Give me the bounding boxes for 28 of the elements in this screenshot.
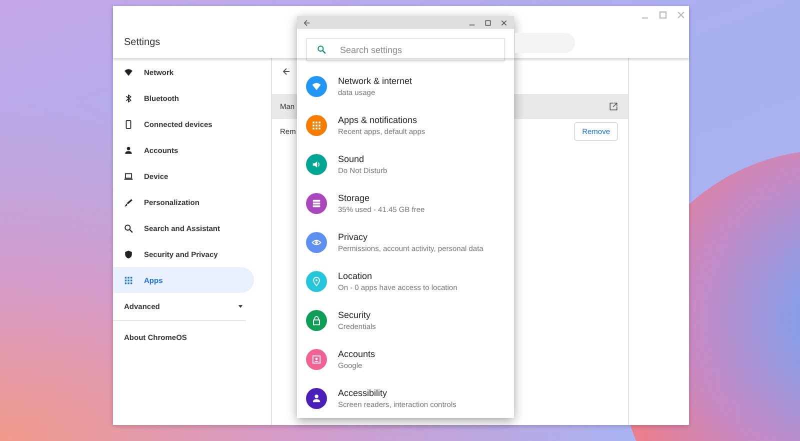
wifi-icon: [124, 68, 133, 76]
window-title: Settings: [124, 36, 160, 48]
bluetooth-icon: [124, 94, 133, 102]
item-title: Network & internet: [338, 76, 412, 86]
person-icon: [124, 146, 133, 154]
back-arrow-icon[interactable]: [303, 18, 311, 27]
item-title: Accessibility: [338, 388, 388, 398]
phone-icon: [124, 120, 133, 128]
grid-icon: [124, 276, 133, 284]
external-link-icon: [609, 102, 618, 111]
brush-icon: [124, 198, 133, 206]
shield-icon: [124, 250, 133, 258]
search-bar[interactable]: Search settings: [306, 38, 505, 61]
item-title: Apps & notifications: [338, 115, 418, 125]
search-field[interactable]: [515, 33, 575, 53]
item-title: Security: [338, 310, 372, 320]
item-title: Privacy: [338, 232, 369, 242]
search-icon: [124, 224, 133, 232]
maximize-icon[interactable]: [484, 18, 492, 27]
item-title: Location: [338, 271, 374, 281]
item-title: Sound: [338, 154, 366, 164]
back-arrow-icon[interactable]: [282, 66, 291, 76]
caret-icon: [237, 302, 244, 310]
item-title: Accounts: [338, 349, 376, 359]
close-icon[interactable]: [500, 18, 508, 27]
search-icon: [317, 45, 326, 54]
laptop-icon: [124, 172, 133, 180]
item-title: Storage: [338, 193, 371, 203]
